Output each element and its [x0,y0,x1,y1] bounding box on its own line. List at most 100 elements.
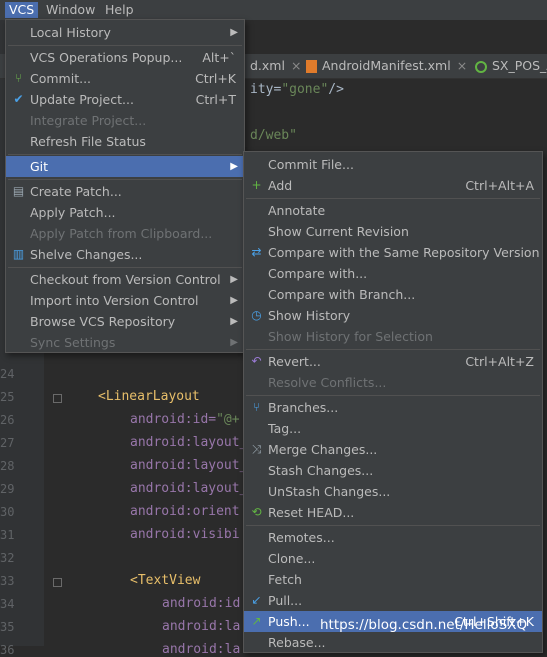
line-number: 26 [0,413,15,427]
menu-item-local-history[interactable]: Local History ▶ [6,22,244,43]
menu-item-label: UnStash Changes... [268,484,391,499]
line-number: 33 [0,574,15,588]
menu-item-git[interactable]: Git ▶ [6,156,244,177]
menu-item-add[interactable]: + Add Ctrl+Alt+A [244,175,542,196]
tab-android-manifest[interactable]: AndroidManifest.xml × [306,54,467,78]
fold-icon[interactable] [53,578,62,587]
menu-item-apply-patch[interactable]: Apply Patch... [6,202,244,223]
tab-label: d.xml [250,58,285,73]
menu-item-label: Add [268,178,293,193]
menu-item-rebase[interactable]: Rebase... [244,632,542,653]
menu-item-import-into-version-control[interactable]: Import into Version Control ▶ [6,290,244,311]
menu-vcs[interactable]: VCS [5,2,39,18]
menu-item-merge-changes[interactable]: ⤨ Merge Changes... [244,439,542,460]
menu-item-reset-head[interactable]: ⟲ Reset HEAD... [244,502,542,523]
shortcut-label: Ctrl+Alt+A [465,178,534,193]
menu-item-vcs-operations-popup[interactable]: VCS Operations Popup... Alt+` [6,47,244,68]
menu-item-remotes[interactable]: Remotes... [244,527,542,548]
line-number: 34 [0,597,15,611]
menu-item-revert[interactable]: ↶ Revert... Ctrl+Alt+Z [244,351,542,372]
close-icon[interactable]: × [291,58,301,73]
code-line: <TextView [130,573,201,588]
menu-item-checkout-from-version-control[interactable]: Checkout from Version Control ▶ [6,269,244,290]
menu-item-unstash-changes[interactable]: UnStash Changes... [244,481,542,502]
menu-item-annotate[interactable]: Annotate [244,200,542,221]
menu-item-refresh-file-status[interactable]: Refresh File Status [6,131,244,152]
reset-icon: ⟲ [251,505,262,519]
menu-item-label: VCS Operations Popup... [30,50,183,65]
menu-item-label: Push... [268,614,310,629]
code-line: android:la [162,619,241,634]
line-number: 28 [0,459,15,473]
menu-item-branches[interactable]: ⑂ Branches... [244,397,542,418]
shortcut-label: Ctrl+Alt+Z [465,354,534,369]
menu-item-show-current-revision[interactable]: Show Current Revision [244,221,542,242]
menu-item-shelve-changes[interactable]: ▥ Shelve Changes... [6,244,244,265]
menu-item-pull[interactable]: ↙ Pull... [244,590,542,611]
menu-item-label: Refresh File Status [30,134,146,149]
menu-item-show-history[interactable]: ◷ Show History [244,305,542,326]
menu-item-label: Compare with Branch... [268,287,416,302]
menu-item-label: Resolve Conflicts... [268,375,387,390]
menu-item-label: Stash Changes... [268,463,374,478]
menu-item-commit[interactable]: ⑂ Commit... Ctrl+K [6,68,244,89]
git-submenu: Commit File... + Add Ctrl+Alt+A Annotate Show… [243,151,543,653]
submenu-arrow-icon: ▶ [230,337,238,348]
menu-item-label: Shelve Changes... [30,247,143,262]
line-number: 30 [0,505,15,519]
line-number: 29 [0,482,15,496]
menu-separator [246,349,540,350]
submenu-arrow-icon: ▶ [230,274,238,285]
line-number: 35 [0,620,15,634]
menu-separator [8,179,242,180]
menu-item-clone[interactable]: Clone... [244,548,542,569]
menu-item-label: Commit... [30,71,92,86]
menu-item-create-patch[interactable]: ▤ Create Patch... [6,181,244,202]
menu-item-update-project[interactable]: ✔ Update Project... Ctrl+T [6,89,244,110]
menu-item-compare-with-the-same-repository-version[interactable]: ⇄ Compare with the Same Repository Versio… [244,242,542,263]
tab-module[interactable]: SX_POS_A [475,54,547,78]
pull-icon: ↙ [251,593,262,607]
fold-icon[interactable] [53,394,62,403]
menu-item-compare-with[interactable]: Compare with... [244,263,542,284]
menu-item-browse-vcs-repository[interactable]: Browse VCS Repository ▶ [6,311,244,332]
submenu-arrow-icon: ▶ [230,295,238,306]
menu-item-label: Git [30,159,49,174]
close-icon[interactable]: × [457,58,467,73]
menu-item-integrate-project: Integrate Project... [6,110,244,131]
menu-item-sync-settings: Sync Settings ▶ [6,332,244,353]
menu-separator [8,45,242,46]
menu-item-label: Compare with... [268,266,368,281]
menu-item-tag[interactable]: Tag... [244,418,542,439]
tab-layout-xml[interactable]: d.xml × [250,54,301,78]
code-line: android:layout_ [130,481,248,496]
line-number: 27 [0,436,15,450]
menu-item-fetch[interactable]: Fetch [244,569,542,590]
code-line: android:id="@+ [130,412,240,427]
shortcut-label: Ctrl+T [195,92,236,107]
plus-icon: + [251,178,262,192]
menu-item-label: Show History [268,308,351,323]
menu-item-label: Pull... [268,593,303,608]
menu-help[interactable]: Help [101,2,138,18]
menu-item-label: Apply Patch... [30,205,116,220]
menu-item-label: Integrate Project... [30,113,147,128]
menu-item-label: Checkout from Version Control [30,272,221,287]
watermark: https://blog.csdn.net/HelloSXQ [320,617,528,633]
menu-item-stash-changes[interactable]: Stash Changes... [244,460,542,481]
menu-separator [246,198,540,199]
menu-item-label: Tag... [268,421,302,436]
menu-item-compare-with-branch[interactable]: Compare with Branch... [244,284,542,305]
line-number: 31 [0,528,15,542]
menu-item-label: Annotate [268,203,326,218]
menu-window[interactable]: Window [42,2,99,18]
menu-separator [246,395,540,396]
menu-item-label: Fetch [268,572,302,587]
merge-icon: ⤨ [251,442,262,456]
menu-item-label: Apply Patch from Clipboard... [30,226,213,241]
menu-item-label: Commit File... [268,157,354,172]
menu-item-label: Browse VCS Repository [30,314,176,329]
menu-item-commit-file[interactable]: Commit File... [244,154,542,175]
revert-icon: ↶ [251,354,262,368]
branch-icon: ⑂ [252,400,261,414]
